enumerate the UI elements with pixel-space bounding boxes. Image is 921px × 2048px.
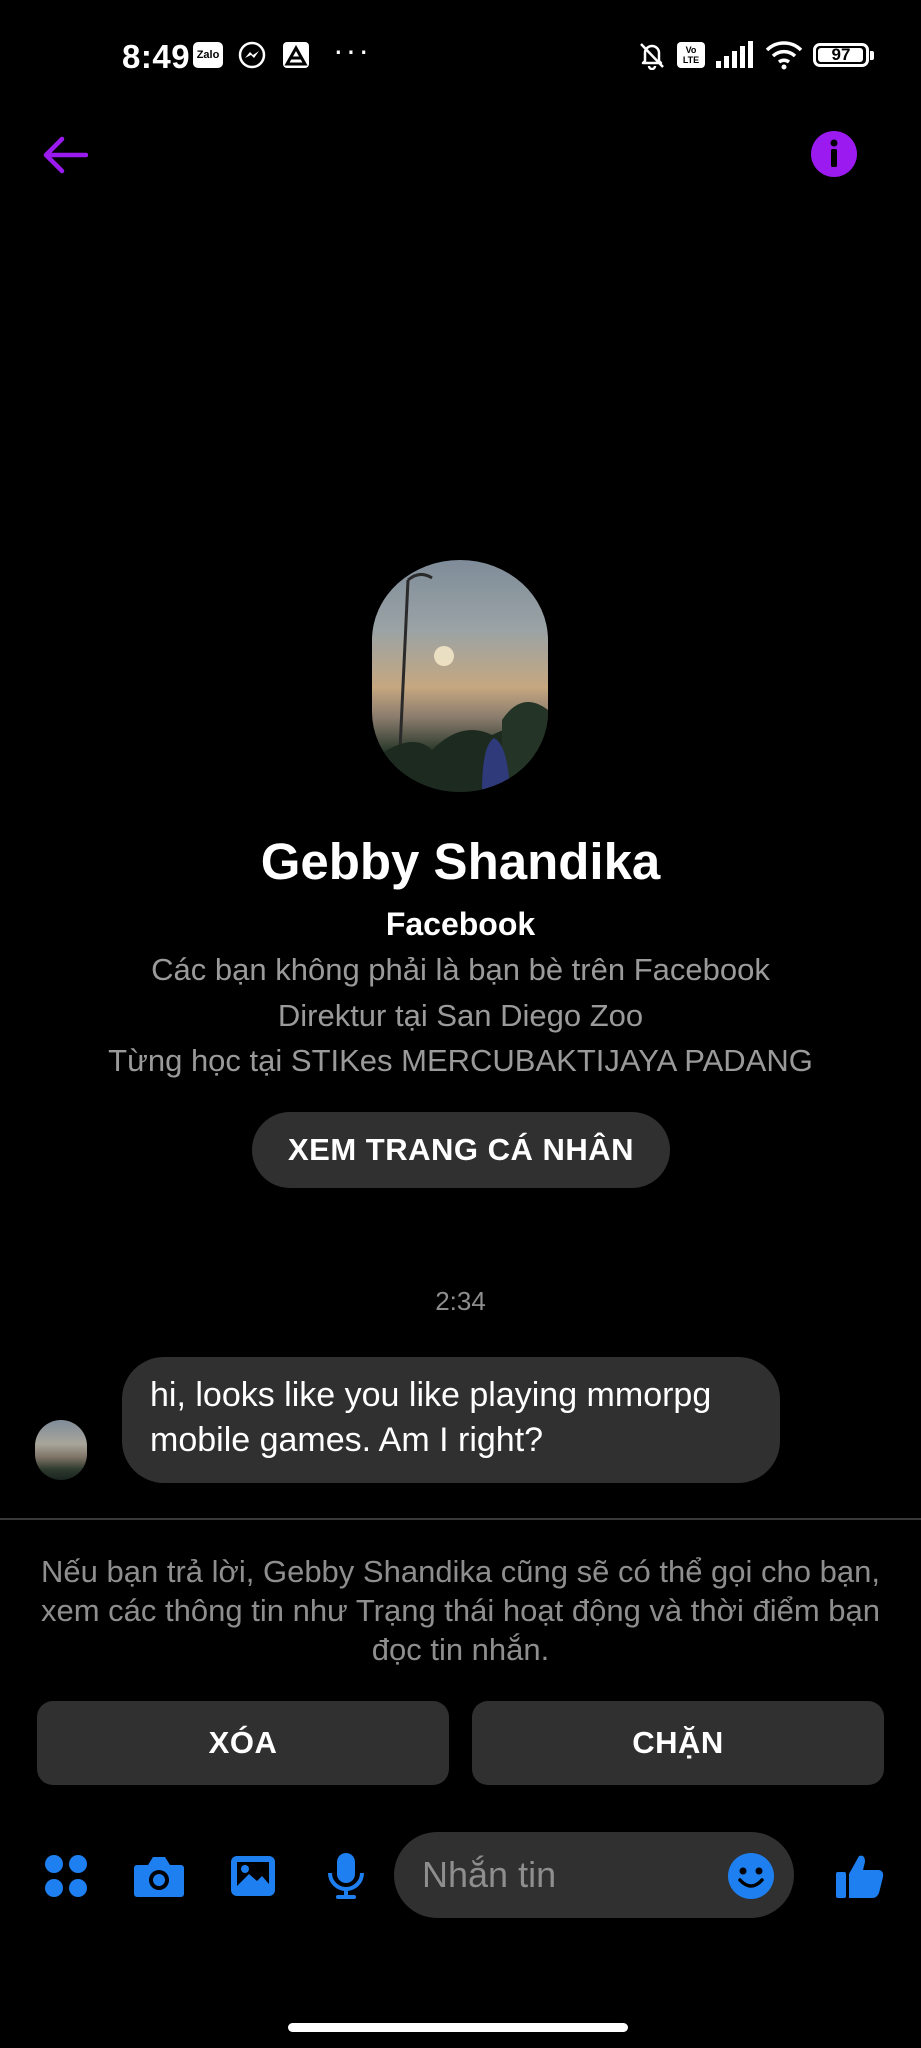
gallery-button[interactable] [225,1848,281,1904]
profile-education: Từng học tại STIKes MERCUBAKTIJAYA PADAN… [108,1043,813,1078]
request-notice: Nếu bạn trả lời, Gebby Shandika cũng sẽ … [41,1554,880,1667]
info-button[interactable] [810,130,858,178]
delete-button[interactable]: XÓA [37,1701,449,1785]
app-icon [281,40,311,70]
friend-status: Các bạn không phải là bạn bè trên Facebo… [151,952,770,987]
status-bar: 8:49 Zalo ··· Vo LTE 97 [0,0,921,115]
like-button[interactable] [832,1848,888,1904]
home-indicator[interactable] [288,2023,628,2032]
more-dots-icon: ··· [333,32,371,68]
profile-name: Gebby Shandika [260,833,661,890]
wifi-icon [765,40,803,70]
apps-icon [45,1855,87,1897]
block-button[interactable]: CHẶN [472,1701,884,1785]
messenger-icon [237,40,267,70]
emoji-button[interactable] [725,1850,777,1902]
like-icon [836,1855,884,1898]
view-profile-button[interactable]: XEM TRANG CÁ NHÂN [252,1112,670,1188]
info-icon [811,131,857,177]
message-bubble[interactable]: hi, looks like you like playing mmorpg m… [122,1357,780,1483]
volte-icon: Vo LTE [677,42,705,68]
messenger-conversation-screen: 8:49 Zalo ··· Vo LTE 97 Gebby Shandika F… [0,0,921,2048]
system-icons: Vo LTE 97 [637,40,874,70]
microphone-button[interactable] [318,1848,374,1904]
battery-level: 97 [831,45,851,64]
emoji-icon [728,1853,774,1899]
gallery-icon [231,1856,275,1896]
notification-icons: Zalo ··· [193,32,371,70]
microphone-icon [328,1853,364,1899]
sender-avatar[interactable] [35,1420,87,1480]
status-time: 8:49 [122,38,191,75]
camera-button[interactable] [131,1848,187,1904]
back-arrow-icon [43,136,88,174]
notifications-off-icon [637,40,667,70]
divider [0,1518,921,1520]
signal-icon [715,40,755,70]
profile-work: Direktur tại San Diego Zoo [277,998,644,1033]
profile-avatar[interactable] [372,560,548,792]
camera-icon [134,1857,184,1897]
profile-source: Facebook [385,906,536,942]
back-button[interactable] [40,130,90,180]
zalo-icon: Zalo [193,42,223,68]
apps-button[interactable] [38,1848,94,1904]
message-timestamp: 2:34 [435,1286,486,1316]
battery-icon: 97 [813,43,874,67]
